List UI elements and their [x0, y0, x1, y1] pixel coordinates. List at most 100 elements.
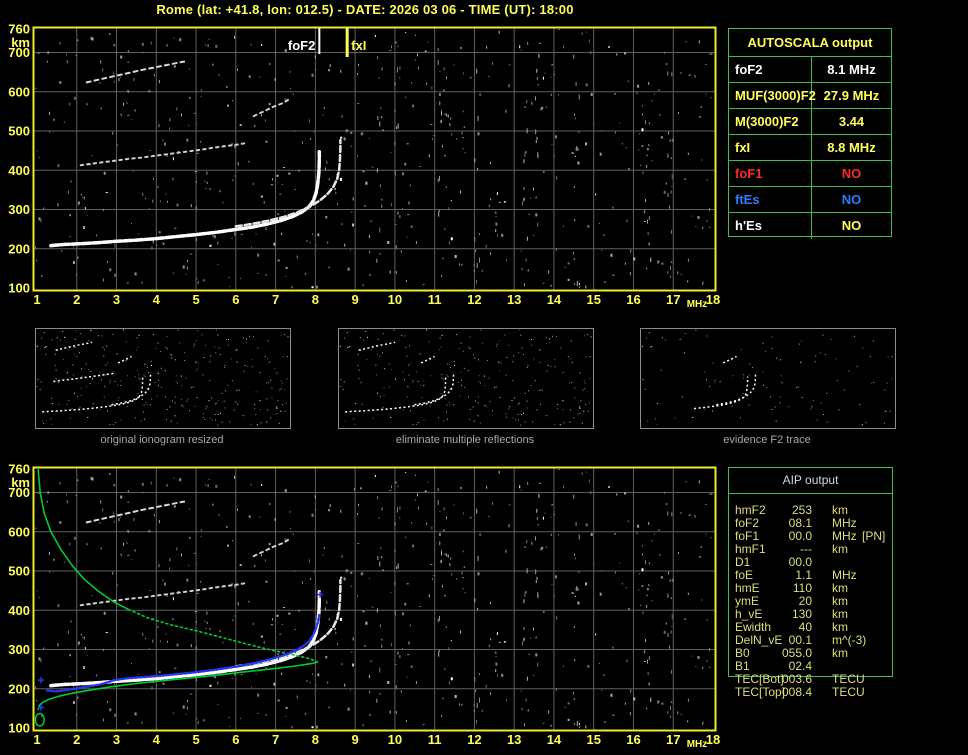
autoscala-row-label: fxI: [729, 135, 812, 160]
x-axis-unit: MHz: [687, 739, 708, 750]
autoscala-row-foF2: foF2 8.1 MHz: [729, 57, 891, 83]
grid-layer: [34, 468, 715, 730]
trace-xbranch: [234, 138, 342, 228]
x-tick-label: 13: [507, 732, 521, 747]
autoscala-row-h'Es: h'Es NO: [729, 213, 891, 239]
x-tick-label: 2: [73, 292, 80, 307]
axis-labels: 760700600500400300200100km1 2 3 4 5 6 7 8 9 10 11 1…: [8, 22, 720, 310]
marker-label-foF2: foF2: [288, 38, 315, 53]
x-tick-label: 8: [312, 292, 319, 307]
autoscala-row-value: 27.9 MHz: [823, 88, 880, 103]
aip-row-B0: B0 055.0 km: [728, 647, 958, 660]
x-tick-label: 11: [428, 292, 442, 307]
inversion-overlays: [34, 468, 324, 727]
y-tick-label: 500: [8, 124, 30, 139]
y-tick-label: 100: [8, 281, 30, 296]
aip-cell-n: [PN]: [862, 529, 886, 543]
thumb-traces: [345, 341, 455, 413]
x-tick-label: 3: [113, 732, 120, 747]
x-tick-label: 4: [153, 292, 161, 307]
trace-eloop: [34, 712, 45, 727]
x-tick-label: 5: [192, 732, 199, 747]
thumb-traces: [42, 341, 152, 413]
thumbnail-eliminate-reflections-image: [339, 329, 592, 426]
thumb-noise-layer: [641, 329, 893, 426]
x-tick-label: 1: [33, 292, 40, 307]
x-tick-label: 8: [312, 732, 319, 747]
thumb-trace-hop2: [53, 372, 117, 383]
thumbnail-evidence-f2-trace-image: [641, 329, 893, 426]
y-tick-label: 100: [8, 721, 30, 736]
aip-row-TEC[Top]: TEC[Top] 008.4 TECU: [728, 686, 958, 699]
marker-label-fxI: fxI: [351, 38, 366, 53]
autoscala-row-value: 3.44: [838, 114, 865, 129]
y-tick-label: 300: [8, 642, 30, 657]
autoscala-row-fxI: fxI 8.8 MHz: [729, 135, 891, 161]
aip-cell-u: km: [832, 542, 848, 556]
x-tick-label: 12: [467, 732, 481, 747]
trace-main: [49, 590, 322, 688]
x-tick-label: 10: [388, 732, 402, 747]
autoscala-row-value: NO: [841, 192, 862, 207]
aip-row-hmF1: hmF1 --- km: [728, 543, 958, 556]
thumb-noise-layer: [339, 329, 592, 426]
aip-table-header: AIP output: [729, 468, 892, 494]
x-tick-label: 15: [586, 732, 600, 747]
x-tick-label: 11: [428, 732, 442, 747]
y-tick-label: 500: [8, 564, 30, 579]
grid-layer: [34, 28, 715, 290]
x-tick-label: 14: [547, 732, 562, 747]
x-tick-label: 9: [352, 292, 359, 307]
y-axis-unit: km: [11, 35, 30, 50]
thumb-trace-cusphop: [420, 355, 435, 364]
x-tick-label: 12: [467, 292, 481, 307]
trace-hop3: [85, 60, 186, 84]
autoscala-row-foF1: foF1 NO: [729, 161, 891, 187]
thumb-trace-hop3: [55, 341, 93, 351]
autoscala-row-value: 8.8 MHz: [827, 140, 876, 155]
trace-cusphop: [252, 97, 291, 118]
autoscala-row-ftEs: ftEs NO: [729, 187, 891, 213]
autoscala-screen: Rome (lat: +41.8, lon: 012.5) - DATE: 20…: [0, 0, 968, 755]
x-tick-label: 16: [626, 292, 640, 307]
autoscala-row-label: h'Es: [729, 213, 812, 239]
thumb-trace-cusphop: [722, 355, 737, 364]
thumb-noise-layer: [36, 329, 289, 426]
x-tick-label: 16: [626, 732, 640, 747]
x-tick-label: 7: [272, 292, 279, 307]
x-tick-label: 15: [586, 292, 600, 307]
autoscala-row-label: ftEs: [729, 187, 812, 212]
autoscala-row-label: M(3000)F2: [729, 109, 812, 134]
x-tick-label: 6: [232, 732, 239, 747]
autoscala-row-label: foF1: [729, 161, 812, 186]
x-axis-unit: MHz: [687, 299, 708, 310]
axis-labels: 760700600500400300200100km1 2 3 4 5 6 7 8 9 10 11 1…: [8, 462, 720, 750]
x-tick-label: 17: [666, 292, 680, 307]
y-tick-label: 600: [8, 524, 30, 539]
x-tick-label: 7: [272, 732, 279, 747]
noise-layer: [35, 469, 713, 729]
autoscala-table-header: AUTOSCALA output: [729, 29, 891, 57]
aip-cell-u: km: [832, 646, 848, 660]
trace-hop2: [79, 581, 249, 607]
autoscala-row-label: foF2: [729, 57, 812, 82]
x-tick-label: 5: [192, 292, 199, 307]
x-tick-label: 9: [352, 732, 359, 747]
x-tick-label: 6: [232, 292, 239, 307]
x-tick-label: 1: [33, 732, 40, 747]
thumb-traces: [694, 355, 757, 410]
x-tick-label: 10: [388, 292, 402, 307]
trace-hop2: [79, 141, 249, 167]
y-tick-label: 200: [8, 241, 30, 256]
x-tick-label: 14: [547, 292, 562, 307]
x-tick-label: 3: [113, 292, 120, 307]
thumbnail-eliminate-reflections: [338, 328, 594, 429]
trace-cusphop: [252, 537, 291, 558]
y-tick-label: 400: [8, 603, 30, 618]
thumb-trace-cusphop: [117, 355, 132, 364]
y-tick-label: 200: [8, 681, 30, 696]
plot-border: [32, 26, 717, 292]
x-tick-label: 4: [153, 732, 161, 747]
thumb-trace-xbranch: [716, 372, 757, 406]
aip-cell-v: 008.4: [781, 685, 812, 699]
